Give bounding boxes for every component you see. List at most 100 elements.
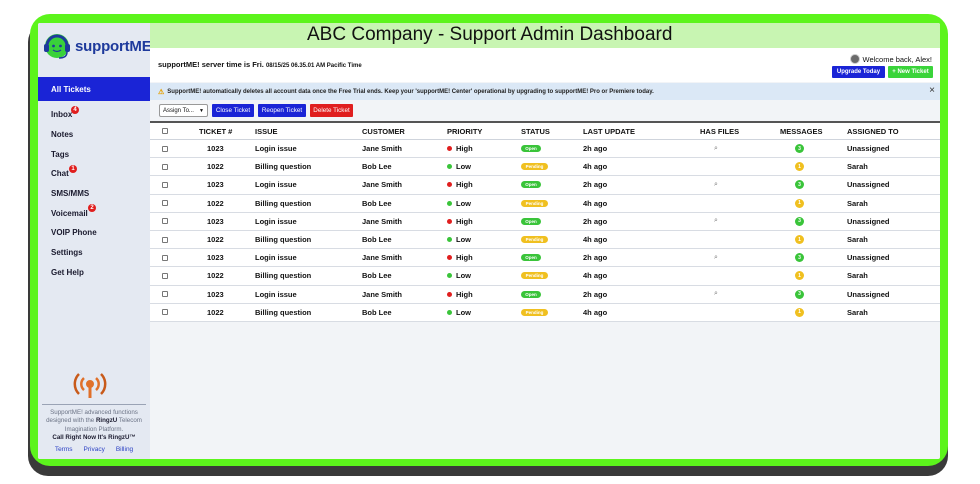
messages-count-badge[interactable]: 1 [795,307,804,317]
ticket-number[interactable]: 1023 [207,249,224,266]
close-ticket-button[interactable]: Close Ticket [212,104,254,117]
paperclip-icon[interactable]: ⌕ [714,290,718,298]
messages-count-badge[interactable]: 1 [795,198,804,208]
col-priority[interactable]: PRIORITY [447,123,482,139]
sidebar-item-tags[interactable]: Tags [38,144,150,164]
paperclip-icon[interactable]: ⌕ [714,181,718,189]
welcome-text: Welcome back, Alex! [862,54,932,64]
row-checkbox[interactable] [162,254,168,261]
ticket-number[interactable]: 1022 [207,267,224,284]
ticket-number[interactable]: 1023 [207,286,224,303]
messages-count-badge[interactable]: 1 [795,162,804,172]
delete-ticket-button[interactable]: Delete Ticket [310,104,353,117]
ticket-issue[interactable]: Billing question [255,304,311,321]
new-ticket-button[interactable]: + New Ticket [888,66,933,78]
footer-line1: SupportME! advanced functions [50,409,138,416]
billing-link[interactable]: Billing [116,446,133,453]
ticket-number[interactable]: 1023 [207,213,224,230]
sidebar-item-settings[interactable]: Settings [38,243,150,263]
ticket-last-update: 4h ago [583,162,608,172]
row-checkbox[interactable] [162,145,168,152]
messages-count-badge[interactable]: 1 [795,271,804,281]
col-messages[interactable]: MESSAGES [780,123,823,139]
terms-link[interactable]: Terms [55,446,73,453]
col-customer[interactable]: CUSTOMER [362,123,405,139]
ticket-number[interactable]: 1022 [207,195,224,212]
ticket-status: Open [521,286,541,303]
row-checkbox[interactable] [162,309,168,316]
table-row[interactable]: 1023 Login issue Jane Smith High Open 2h ago ⌕… [150,176,940,195]
col-last-update[interactable]: LAST UPDATE [583,123,635,139]
ticket-number[interactable]: 1022 [207,158,224,175]
ticket-issue[interactable]: Login issue [255,140,297,157]
ticket-issue[interactable]: Login issue [255,286,297,303]
upgrade-button[interactable]: Upgrade Today [832,66,885,78]
paperclip-icon[interactable]: ⌕ [714,145,718,153]
ticket-issue[interactable]: Billing question [255,158,311,175]
messages-count-badge[interactable]: 1 [795,235,804,245]
sidebar-item-inbox[interactable]: Inbox 4 [38,105,150,125]
ticket-issue[interactable]: Billing question [255,195,311,212]
row-checkbox[interactable] [162,163,168,170]
close-icon[interactable]: × [929,86,935,96]
table-row[interactable]: 1022 Billing question Bob Lee Low Pending 4h … [150,304,940,322]
sidebar-item-chat[interactable]: Chat 1 [38,164,150,184]
avatar[interactable] [849,54,860,64]
table-row[interactable]: 1023 Login issue Jane Smith High Open 2h ago ⌕… [150,286,940,304]
table-row[interactable]: 1023 Login issue Jane Smith High Open 2h ago ⌕… [150,213,940,231]
messages-count-badge[interactable]: 3 [795,216,804,226]
table-row[interactable]: 1022 Billing question Bob Lee Low Pending 4h … [150,158,940,177]
sidebar-item-get-help[interactable]: Get Help [38,263,150,283]
messages-count-badge[interactable]: 3 [795,180,804,190]
priority-dot-icon [447,309,452,315]
privacy-link[interactable]: Privacy [84,446,105,453]
col-status[interactable]: STATUS [521,123,550,139]
brand-logo[interactable]: supportME! [42,29,157,63]
ticket-issue[interactable]: Login issue [255,213,297,230]
table-row[interactable]: 1023 Login issue Jane Smith High Open 2h ago ⌕… [150,249,940,268]
messages-count-badge[interactable]: 3 [795,289,804,299]
ticket-issue[interactable]: Login issue [255,176,297,193]
col-issue[interactable]: ISSUE [255,123,278,139]
row-checkbox[interactable] [162,272,168,279]
col-has-files[interactable]: HAS FILES [700,123,739,139]
messages-count-badge[interactable]: 3 [795,144,804,154]
row-checkbox[interactable] [162,181,168,188]
select-all-checkbox[interactable] [162,128,168,134]
table-row[interactable]: 1022 Billing question Bob Lee Low Pending 4h … [150,195,940,213]
priority-dot-icon [447,237,452,243]
sidebar-item-sms[interactable]: SMS/MMS [38,184,150,204]
ticket-last-update: 4h ago [583,307,608,317]
ticket-issue[interactable]: Billing question [255,267,311,284]
ticket-issue[interactable]: Billing question [255,231,311,248]
paperclip-icon[interactable]: ⌕ [714,254,718,262]
assign-select[interactable]: Assign To... ▼ [159,104,208,117]
ticket-number[interactable]: 1022 [207,231,224,248]
ticket-has-files: ⌕ [714,176,718,193]
reopen-ticket-button[interactable]: Reopen Ticket [258,104,306,117]
row-checkbox[interactable] [162,291,168,298]
row-checkbox[interactable] [162,200,168,207]
ticket-assigned-to: Sarah [847,307,868,317]
col-ticket[interactable]: TICKET # [199,123,232,139]
table-row[interactable]: 1022 Billing question Bob Lee Low Pending 4h … [150,231,940,250]
title-bar: ABC Company - Support Admin Dashboard [150,23,940,48]
table-row[interactable]: 1022 Billing question Bob Lee Low Pending 4h … [150,267,940,286]
ticket-number[interactable]: 1023 [207,140,224,157]
sidebar-nav: All Tickets Inbox 4 Notes Tags Chat 1 SM… [38,77,150,282]
ticket-issue[interactable]: Login issue [255,249,297,266]
col-assigned-to[interactable]: ASSIGNED TO [847,123,899,139]
sidebar-item-voip-phone[interactable]: VOIP Phone [38,223,150,243]
sidebar-item-all-tickets[interactable]: All Tickets [38,77,150,101]
sidebar-links: Terms Privacy Billing [38,446,150,453]
paperclip-icon[interactable]: ⌕ [714,217,718,225]
ticket-number[interactable]: 1023 [207,176,224,193]
sidebar-item-label: Notes [51,130,74,140]
ticket-number[interactable]: 1022 [207,304,224,321]
row-checkbox[interactable] [162,236,168,243]
table-row[interactable]: 1023 Login issue Jane Smith High Open 2h ago ⌕… [150,140,940,159]
sidebar-item-voicemail[interactable]: Voicemail 2 [38,203,150,223]
sidebar-item-notes[interactable]: Notes [38,125,150,145]
row-checkbox[interactable] [162,218,168,225]
messages-count-badge[interactable]: 3 [795,253,804,263]
